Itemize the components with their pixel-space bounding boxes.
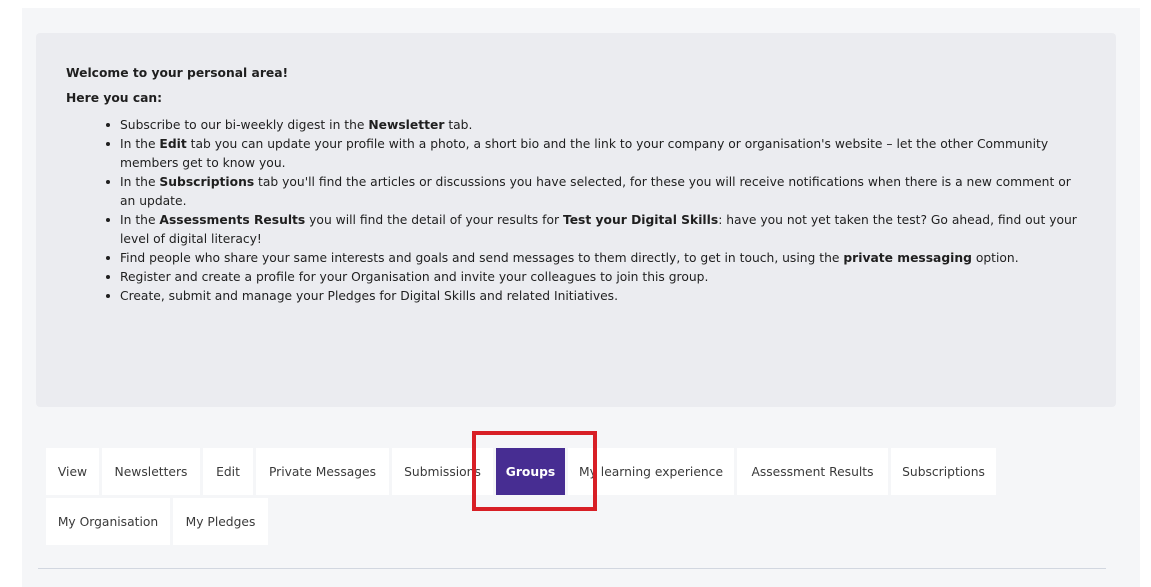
feature-keyword: private messaging — [843, 251, 972, 265]
feature-list-item: Find people who share your same interest… — [106, 249, 1088, 268]
tab-newsletters[interactable]: Newsletters — [102, 448, 200, 495]
welcome-heading: Welcome to your personal area! — [66, 66, 289, 80]
feature-text: you will find the detail of your results… — [305, 213, 563, 227]
feature-keyword: Edit — [159, 137, 187, 151]
feature-text: Subscribe to our bi-weekly digest in the — [120, 118, 369, 132]
feature-text: In the — [120, 213, 160, 227]
feature-text: In the — [120, 175, 160, 189]
tab-groups[interactable]: Groups — [496, 448, 565, 495]
here-you-can-heading: Here you can: — [66, 91, 163, 105]
welcome-info-content: Welcome to your personal area! Here you … — [66, 65, 1088, 306]
tab-my-pledges[interactable]: My Pledges — [173, 498, 268, 545]
tab-view[interactable]: View — [46, 448, 99, 495]
tab-submissions[interactable]: Submissions — [392, 448, 493, 495]
tab-private-messages[interactable]: Private Messages — [256, 448, 389, 495]
feature-keyword: Newsletter — [368, 118, 445, 132]
feature-keyword: Subscriptions — [159, 175, 255, 189]
feature-text: Create, submit and manage your Pledges f… — [120, 289, 618, 303]
features-list: Subscribe to our bi-weekly digest in the… — [66, 116, 1088, 306]
feature-text: In the — [120, 137, 160, 151]
feature-list-item: In the Assessments Results you will find… — [106, 211, 1088, 249]
welcome-info-box: Welcome to your personal area! Here you … — [36, 33, 1116, 407]
tab-row-2: My Organisation My Pledges — [46, 498, 1046, 545]
feature-text: tab. — [444, 118, 473, 132]
tab-my-learning-experience[interactable]: My learning experience — [568, 448, 734, 495]
tabs-divider — [38, 568, 1106, 569]
feature-list-item: Subscribe to our bi-weekly digest in the… — [106, 116, 1088, 135]
feature-text: Register and create a profile for your O… — [120, 270, 709, 284]
feature-list-item: Register and create a profile for your O… — [106, 268, 1088, 287]
tab-edit[interactable]: Edit — [203, 448, 253, 495]
profile-tabs: View Newsletters Edit Private Messages Submi… — [46, 448, 1046, 548]
tab-subscriptions[interactable]: Subscriptions — [891, 448, 996, 495]
feature-text: Find people who share your same interest… — [120, 251, 844, 265]
feature-text: tab you'll find the articles or discussi… — [120, 175, 1071, 208]
feature-text: option. — [971, 251, 1019, 265]
feature-text: tab you can update your profile with a p… — [120, 137, 1049, 170]
feature-list-item: Create, submit and manage your Pledges f… — [106, 287, 1088, 306]
tab-row-1: View Newsletters Edit Private Messages Submi… — [46, 448, 1046, 495]
feature-list-item: In the Edit tab you can update your prof… — [106, 135, 1088, 173]
tab-assessment-results[interactable]: Assessment Results — [737, 448, 888, 495]
feature-list-item: In the Subscriptions tab you'll find the… — [106, 173, 1088, 211]
feature-keyword: Assessments Results — [159, 213, 306, 227]
feature-keyword: Test your Digital Skills — [562, 213, 719, 227]
tab-my-organisation[interactable]: My Organisation — [46, 498, 170, 545]
